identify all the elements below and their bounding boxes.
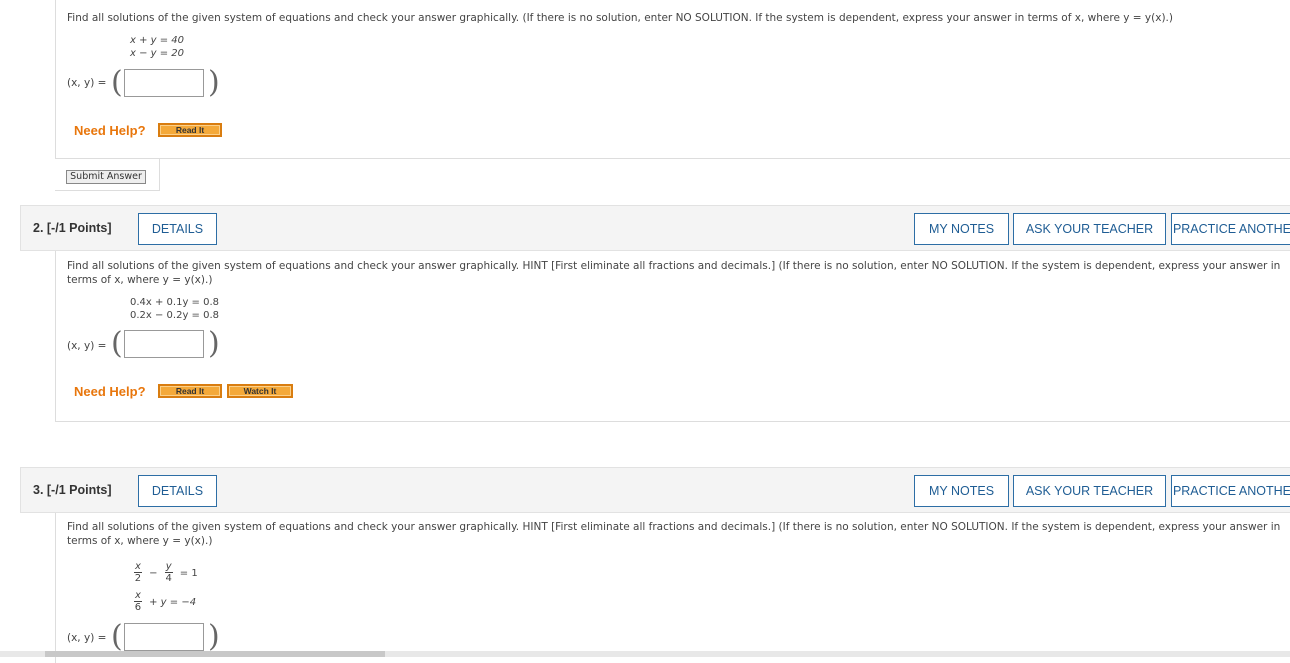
q3-ask-teacher-button[interactable]: ASK YOUR TEACHER [1013,475,1166,507]
scrollbar-thumb[interactable] [45,651,385,657]
q1-equation-1: x + y = 40 [130,35,185,46]
q2-practice-another-button[interactable]: PRACTICE ANOTHER [1171,213,1290,245]
q2-watch-it-button[interactable]: Watch It [227,384,293,398]
q3-text-line-1: Find all solutions of the given system o… [67,521,1281,533]
q3-answer-input[interactable] [124,623,204,651]
right-paren: ) [208,619,220,654]
q2-equation-2: 0.2x − 0.2y = 0.8 [130,310,220,321]
question-2-number: 2. [-/1 Points] [33,221,112,235]
q1-answer-input[interactable] [124,69,204,97]
q2-need-help-label: Need Help? [74,384,146,399]
q1-equation-2: x − y = 20 [130,48,185,59]
q2-text-line-1: Find all solutions of the given system o… [67,260,1281,272]
q2-read-it-button[interactable]: Read It [158,384,222,398]
q3-equation-2: x6 + y = −4 [134,590,197,613]
right-paren: ) [208,326,220,361]
q2-equation-1: 0.4x + 0.1y = 0.8 [130,297,220,308]
q3-my-notes-button[interactable]: MY NOTES [914,475,1009,507]
q1-read-it-button[interactable]: Read It [158,123,222,137]
q2-details-button[interactable]: DETAILS [138,213,217,245]
q2-my-notes-button[interactable]: MY NOTES [914,213,1009,245]
q3-text-line-2: terms of x, where y = y(x).) [67,535,213,547]
q2-text-line-2: terms of x, where y = y(x).) [67,274,213,286]
left-paren: ( [111,619,123,654]
q3-practice-another-button[interactable]: PRACTICE ANOTHER [1171,475,1290,507]
left-paren: ( [111,326,123,361]
q1-need-help-label: Need Help? [74,123,146,138]
left-paren: ( [111,65,123,100]
question-3-body [55,513,1290,663]
divider [158,158,1290,159]
right-paren: ) [208,65,220,100]
q2-answer-label: (x, y) = [67,340,107,352]
q2-answer-input[interactable] [124,330,204,358]
question-1-text: Find all solutions of the given system o… [67,12,1173,24]
q3-equation-1: x2 − y4 = 1 [134,561,198,584]
q3-answer-label: (x, y) = [67,632,107,644]
q1-answer-label: (x, y) = [67,77,107,89]
question-3-number: 3. [-/1 Points] [33,483,112,497]
q3-details-button[interactable]: DETAILS [138,475,217,507]
q2-ask-teacher-button[interactable]: ASK YOUR TEACHER [1013,213,1166,245]
submit-answer-button[interactable]: Submit Answer [66,170,146,184]
